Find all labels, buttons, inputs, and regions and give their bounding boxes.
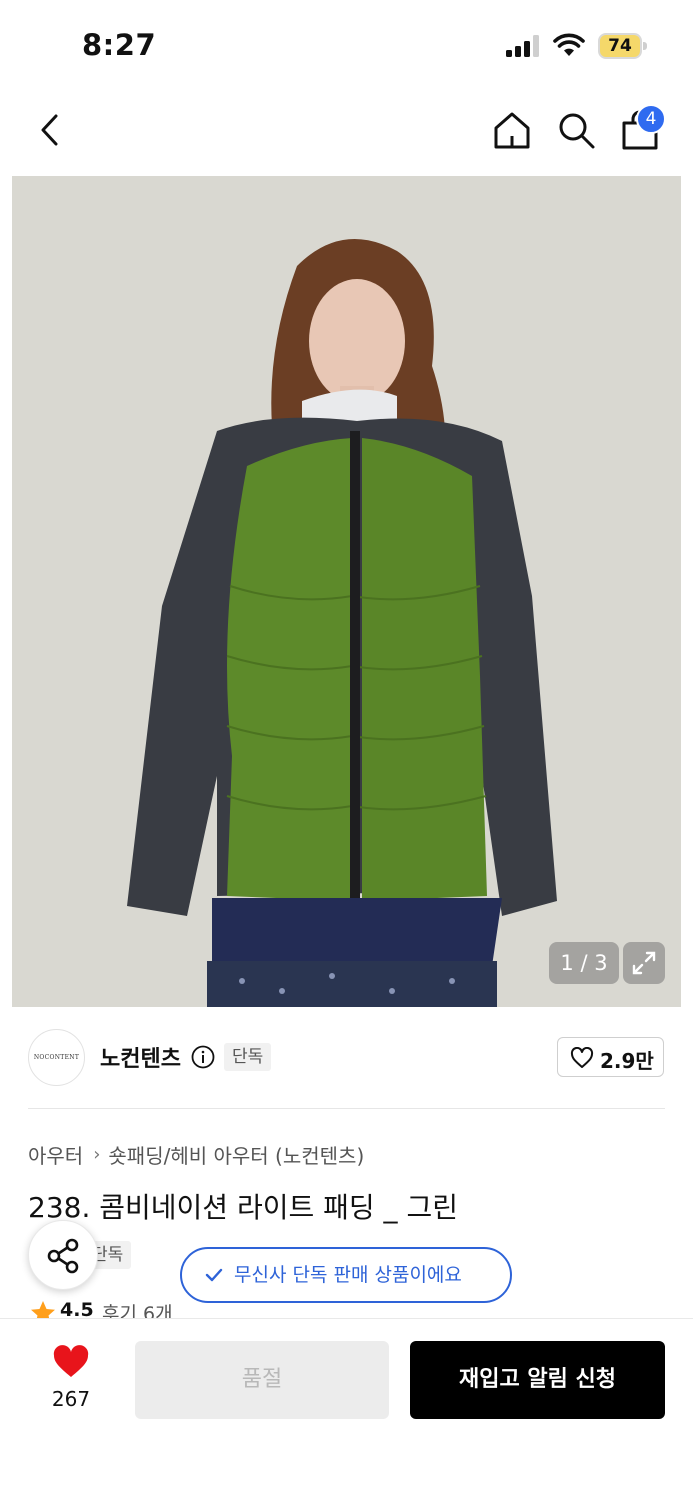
expand-icon (632, 951, 656, 975)
divider (28, 1108, 665, 1109)
heart-filled-icon[interactable] (52, 1345, 90, 1379)
signal-icon (506, 35, 539, 57)
brand-logo[interactable]: NOCONTENT (28, 1029, 85, 1086)
search-icon[interactable] (556, 110, 596, 150)
share-icon (47, 1238, 79, 1274)
cart-count-badge: 4 (636, 104, 666, 134)
brand-logo-text: NOCONTENT (33, 1054, 80, 1061)
status-time: 8:27 (82, 28, 157, 62)
top-nav: 4 (0, 92, 693, 176)
product-photo (12, 176, 681, 1007)
like-count: 267 (51, 1387, 91, 1411)
share-button[interactable] (28, 1220, 98, 1290)
chevron-right-icon: › (93, 1144, 101, 1165)
exclusive-tag: 단독 (224, 1043, 272, 1071)
brand-name[interactable]: 노컨텐츠 (100, 1041, 181, 1073)
product-image-gallery[interactable]: 1 / 3 (12, 176, 681, 1007)
battery-percent: 74 (608, 36, 632, 56)
battery-icon: 74 (598, 33, 648, 59)
image-counter: 1 / 3 (549, 942, 619, 984)
info-icon[interactable] (191, 1045, 215, 1069)
home-icon[interactable] (492, 110, 532, 150)
exclusive-notice-text: 무신사 단독 판매 상품이에요 (234, 1264, 462, 1286)
heart-outline-icon (570, 1047, 594, 1068)
breadcrumb-category[interactable]: 아우터 (28, 1140, 83, 1169)
restock-alert-button[interactable]: 재입고 알림 신청 (410, 1341, 665, 1419)
brand-like-button[interactable]: 2.9만 (557, 1037, 664, 1077)
status-bar: 8:27 74 (0, 0, 693, 92)
expand-button[interactable] (623, 942, 665, 984)
breadcrumb: 아우터 › 숏패딩/헤비 아우터 (노컨텐츠) (28, 1140, 364, 1169)
brand-row: NOCONTENT 노컨텐츠 단독 2.9만 (0, 1007, 693, 1109)
soldout-button: 품절 (135, 1341, 389, 1419)
wifi-icon (553, 33, 585, 56)
product-title: 238. 콤비네이션 라이트 패딩 _ 그린 (28, 1191, 458, 1224)
bottom-action-bar: 267 품절 재입고 알림 신청 (0, 1318, 693, 1500)
back-arrow-icon[interactable] (34, 110, 66, 150)
check-icon (205, 1268, 223, 1282)
exclusive-notice: 무신사 단독 판매 상품이에요 (180, 1247, 512, 1303)
brand-like-count: 2.9만 (600, 1049, 654, 1073)
breadcrumb-subcategory[interactable]: 숏패딩/헤비 아우터 (노컨텐츠) (108, 1140, 364, 1169)
